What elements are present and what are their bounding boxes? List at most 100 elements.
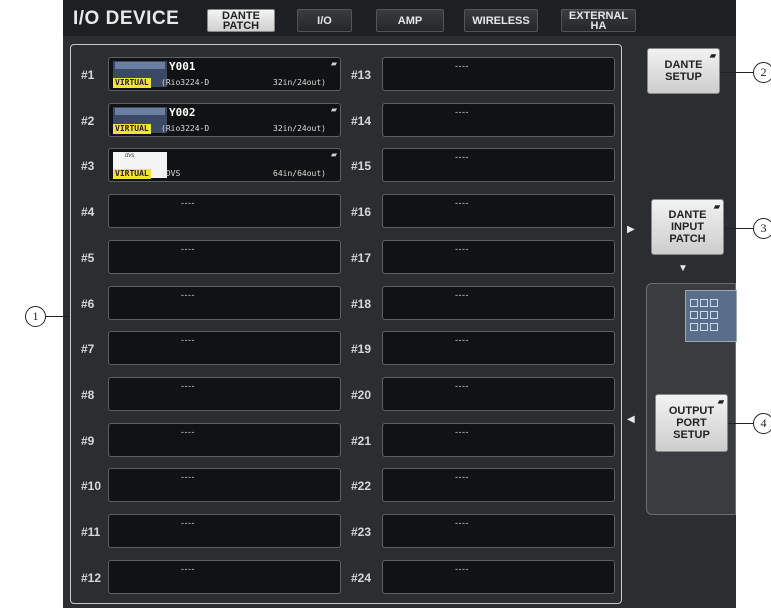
popup-corner-icon: ▰ <box>717 397 724 406</box>
device-slot[interactable]: ---- <box>382 514 615 548</box>
empty-slot-label: ---- <box>181 563 195 574</box>
device-slot[interactable]: ---- <box>382 376 615 411</box>
device-slot[interactable]: VIRTUAL Y001 (Rio3224-D 32in/24out) ▰ <box>108 57 341 91</box>
dvs-logo: dvs <box>125 153 135 160</box>
io-device-screen: I/O DEVICE DANTE PATCH I/O AMP WIRELESS … <box>63 0 737 608</box>
empty-slot-label: ---- <box>455 472 469 483</box>
device-slot[interactable]: ---- <box>108 422 341 457</box>
device-slot[interactable]: ---- <box>108 239 341 274</box>
empty-slot-label: ---- <box>181 472 195 483</box>
slot-number: #11 <box>81 525 101 539</box>
device-model: (DVS <box>161 169 181 179</box>
empty-slot-label: ---- <box>181 243 195 254</box>
device-model: (Rio3224-D <box>161 78 210 87</box>
empty-slot-label: ---- <box>455 563 469 574</box>
slot-number: #8 <box>81 387 95 402</box>
empty-slot-label: ---- <box>181 335 195 346</box>
callout-2-leader <box>720 72 755 73</box>
device-slot[interactable]: VIRTUAL Y002 (Rio3224-D 32in/24out) ▰ <box>108 102 341 137</box>
device-slot[interactable]: ---- <box>382 331 615 366</box>
empty-slot-label: ---- <box>455 289 469 300</box>
slot-number: #4 <box>81 205 95 220</box>
empty-slot-label: ---- <box>455 152 469 163</box>
tab-dante-patch[interactable]: DANTE PATCH <box>207 9 275 32</box>
slot-number: #1 <box>81 68 95 82</box>
empty-slot-label: ---- <box>455 243 469 254</box>
device-slot[interactable]: ---- <box>382 559 615 594</box>
device-slot[interactable]: dvs VIRTUAL (DVS 64in/64out) ▰ <box>108 148 341 183</box>
callout-1: 1 <box>25 306 46 327</box>
triangle-right-icon: ▶ <box>627 224 635 235</box>
callout-4: 4 <box>753 413 771 434</box>
device-slot[interactable]: ---- <box>108 514 341 548</box>
top-bar: I/O DEVICE DANTE PATCH I/O AMP WIRELESS … <box>63 0 736 36</box>
empty-slot-label: ---- <box>455 61 469 71</box>
device-io-count: 32in/24out) <box>273 78 326 87</box>
empty-slot-label: ---- <box>181 289 195 300</box>
virtual-badge: VIRTUAL <box>113 169 151 180</box>
device-slot[interactable]: ---- <box>382 422 615 457</box>
empty-slot-label: ---- <box>455 106 469 117</box>
device-slot[interactable]: ---- <box>108 331 341 366</box>
device-slot[interactable]: ---- <box>382 468 615 503</box>
popup-corner-icon: ▰ <box>709 51 716 60</box>
device-slot[interactable]: ---- <box>108 285 341 320</box>
slot-number: #12 <box>81 570 102 585</box>
slot-number: #7 <box>81 342 95 357</box>
device-slot[interactable]: ---- <box>382 102 615 137</box>
tab-amp[interactable]: AMP <box>376 9 444 32</box>
slot-number: #18 <box>351 296 372 311</box>
slot-number: #9 <box>81 433 95 448</box>
empty-slot-label: ---- <box>181 380 195 391</box>
device-name: Y001 <box>169 60 196 73</box>
popup-corner-icon: ▰ <box>713 202 720 211</box>
empty-slot-label: ---- <box>455 198 469 209</box>
empty-slot-label: ---- <box>181 518 195 528</box>
screen-title: I/O DEVICE <box>73 8 180 29</box>
empty-slot-label: ---- <box>455 335 469 346</box>
callout-3-leader <box>724 228 755 229</box>
popup-corner-icon: ▰ <box>330 59 337 68</box>
slot-number: #14 <box>351 113 372 128</box>
device-slot[interactable]: ---- <box>382 239 615 274</box>
empty-slot-label: ---- <box>455 426 469 437</box>
dante-input-patch-button[interactable]: DANTE INPUT PATCH ▰ <box>651 199 724 255</box>
device-slot[interactable]: ---- <box>382 57 615 91</box>
popup-corner-icon: ▰ <box>330 150 337 160</box>
slot-number: #2 <box>81 113 95 128</box>
empty-slot-label: ---- <box>181 198 195 209</box>
empty-slot-label: ---- <box>455 518 469 528</box>
callout-3: 3 <box>753 218 771 239</box>
virtual-badge: VIRTUAL <box>113 123 151 134</box>
slot-number: #13 <box>351 68 372 82</box>
device-slot[interactable]: ---- <box>108 559 341 594</box>
slot-number: #6 <box>81 296 95 311</box>
slot-number: #20 <box>351 387 372 402</box>
slot-number: #22 <box>351 479 372 494</box>
callout-4-leader <box>728 423 755 424</box>
output-port-setup-button[interactable]: OUTPUT PORT SETUP ▰ <box>655 394 728 452</box>
slot-number: #24 <box>351 570 372 585</box>
rio-rack-graphic <box>115 107 165 115</box>
device-slot[interactable]: ---- <box>108 194 341 229</box>
tab-wireless[interactable]: WIRELESS <box>464 9 538 32</box>
device-slot[interactable]: ---- <box>382 194 615 229</box>
triangle-left-icon: ◀ <box>627 414 635 425</box>
device-name: Y002 <box>169 105 196 119</box>
slot-number: #15 <box>351 159 372 174</box>
callout-2: 2 <box>753 62 771 83</box>
device-slot[interactable]: ---- <box>382 148 615 183</box>
device-io-count: 32in/24out) <box>273 123 326 133</box>
tab-io[interactable]: I/O <box>297 9 352 32</box>
device-slot[interactable]: ---- <box>108 468 341 503</box>
device-slot[interactable]: ---- <box>382 285 615 320</box>
device-slot[interactable]: ---- <box>108 376 341 411</box>
slot-number: #3 <box>81 159 95 174</box>
tab-external-ha[interactable]: EXTERNAL HA <box>561 9 636 32</box>
patch-preview-graphic <box>685 290 737 342</box>
popup-corner-icon: ▰ <box>330 104 337 114</box>
empty-slot-label: ---- <box>181 426 195 437</box>
slot-number: #23 <box>351 525 372 539</box>
dante-setup-button[interactable]: DANTE SETUP ▰ <box>647 48 720 94</box>
slot-number: #10 <box>81 479 102 494</box>
